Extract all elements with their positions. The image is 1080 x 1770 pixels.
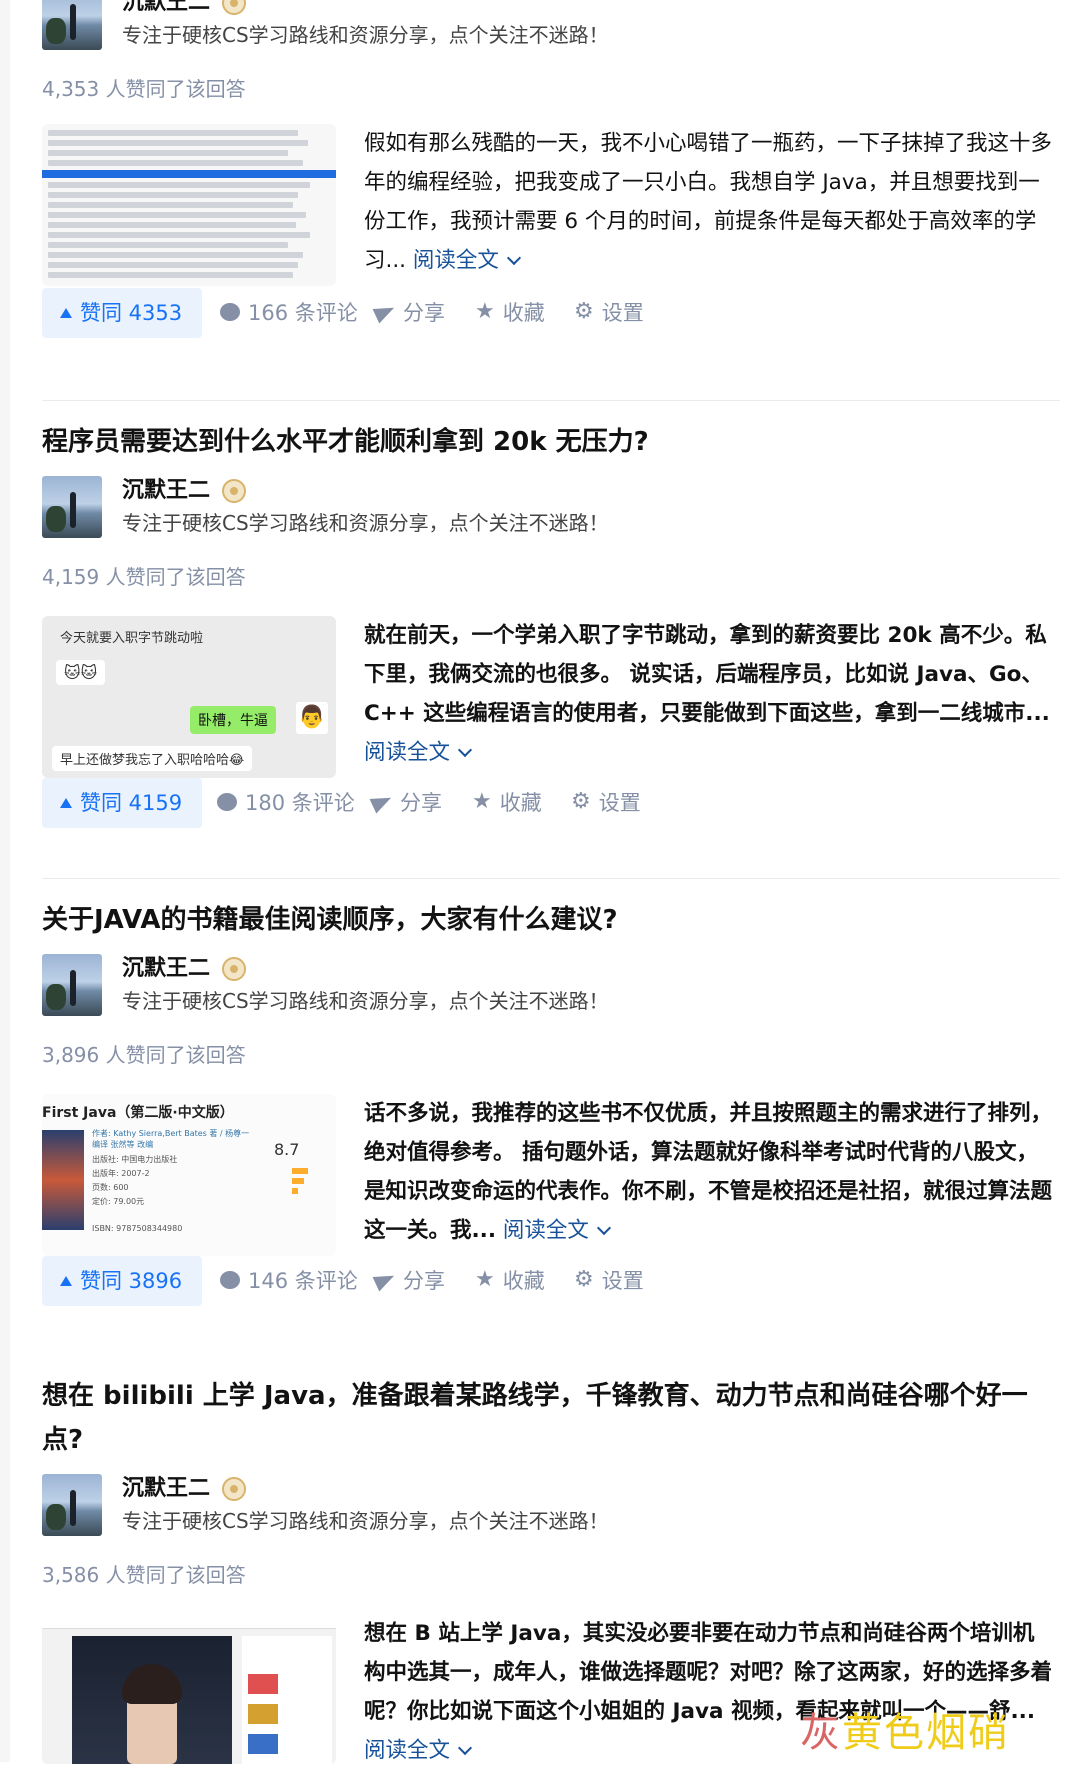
gear-icon: ⚙ (571, 789, 591, 814)
chevron-down-icon (596, 1220, 611, 1236)
settings-button[interactable]: ⚙ 设置 (571, 778, 641, 828)
author-name[interactable]: 沉默王二 (122, 476, 210, 506)
read-more-link[interactable]: 阅读全文 (503, 1218, 611, 1243)
upvote-button[interactable]: 赞同 3896 (42, 1256, 202, 1306)
question-title[interactable]: 想在 bilibili 上学 Java，准备跟着某路线学，千锋教育、动力节点和尚… (42, 1374, 1052, 1462)
excerpt-text: 就在前天，一个学弟入职了字节跳动，拿到的薪资要比 20k 高不少。私下里，我俩交… (364, 623, 1050, 726)
chevron-down-icon (506, 250, 521, 266)
chat-avatar: 👨 (296, 702, 328, 734)
excerpt-text: 话不多说，我推荐的这些书不仅优质，并且按照题主的需求进行了排列，绝对值得参考。 … (364, 1101, 1053, 1243)
book-year: 出版年: 2007-2 (92, 1169, 150, 1178)
comment-icon (217, 793, 237, 811)
author-name[interactable]: 沉默王二 (122, 0, 210, 18)
author-avatar[interactable] (42, 0, 102, 50)
comment-icon (220, 303, 240, 321)
favorite-button[interactable]: ★ 收藏 (475, 1256, 545, 1306)
upvote-button[interactable]: 赞同 4353 (42, 288, 202, 338)
share-button[interactable]: 分享 (369, 778, 442, 828)
author-name[interactable]: 沉默王二 (122, 1474, 210, 1504)
verified-badge-icon (222, 479, 246, 503)
agree-count: 3,586 人赞同了该回答 (42, 1563, 246, 1587)
star-icon: ★ (475, 1267, 495, 1292)
share-button[interactable]: 分享 (372, 1256, 445, 1306)
author-bio: 专注于硬核CS学习路线和资源分享，点个关注不迷路！ (122, 23, 609, 47)
chevron-down-icon (457, 1740, 473, 1756)
chat-bubble-green: 卧槽，牛逼 (190, 706, 276, 734)
author-avatar[interactable] (42, 954, 102, 1016)
upvote-icon (60, 308, 72, 318)
answer-thumbnail[interactable]: 今天就要入职字节跳动啦 🐱🐱 卧槽，牛逼 👨 早上还做梦我忘了入职哈哈哈😂 (42, 616, 336, 778)
star-icon: ★ (475, 299, 495, 324)
read-more-link[interactable]: 阅读全文 (364, 1738, 473, 1763)
answer-thumbnail[interactable]: First Java（第二版·中文版） 作者: Kathy Sierra,Ber… (42, 1094, 336, 1256)
answer-thumbnail[interactable] (42, 124, 336, 286)
action-bar: 赞同 3896 146 条评论 分享 ★ 收藏 ⚙ 设置 (42, 1256, 1042, 1306)
divider (42, 878, 1060, 879)
book-cover (42, 1130, 84, 1230)
author-bio: 专注于硬核CS学习路线和资源分享，点个关注不迷路！ (122, 1509, 609, 1533)
star-icon: ★ (472, 789, 492, 814)
author-bio: 专注于硬核CS学习路线和资源分享，点个关注不迷路！ (122, 511, 609, 535)
agree-count: 4,353 人赞同了该回答 (42, 77, 246, 101)
read-more-link[interactable]: 阅读全文 (413, 248, 521, 273)
book-pages: 页数: 600 (92, 1183, 129, 1192)
verified-badge-icon (222, 957, 246, 981)
agree-count: 4,159 人赞同了该回答 (42, 565, 246, 589)
question-title[interactable]: 程序员需要达到什么水平才能顺利拿到 20k 无压力? (42, 420, 1052, 464)
divider (42, 400, 1060, 401)
author-block: 沉默王二 专注于硬核CS学习路线和资源分享，点个关注不迷路！ (42, 1474, 1042, 1536)
emoji-sticker: 🐱🐱 (56, 660, 106, 685)
read-more-link[interactable]: 阅读全文 (364, 740, 473, 765)
author-bio: 专注于硬核CS学习路线和资源分享，点个关注不迷路！ (122, 989, 609, 1013)
watermark: 灰黄色烟硝 (800, 1710, 1010, 1756)
gear-icon: ⚙ (574, 1267, 594, 1292)
favorite-button[interactable]: ★ 收藏 (475, 288, 545, 338)
verified-badge-icon (222, 1477, 246, 1501)
action-bar: 赞同 4353 166 条评论 分享 ★ 收藏 ⚙ 设置 (42, 288, 1042, 338)
author-name[interactable]: 沉默王二 (122, 954, 210, 984)
book-isbn: ISBN: 9787508344980 (92, 1224, 183, 1233)
answer-excerpt[interactable]: 假如有那么残酷的一天，我不小心喝错了一瓶药，一下子抹掉了我这十多年的编程经验，把… (364, 124, 1054, 280)
upvote-icon (60, 1276, 72, 1286)
author-block: 沉默王二 专注于硬核CS学习路线和资源分享，点个关注不迷路！ (42, 476, 1042, 538)
share-icon (372, 300, 398, 324)
comment-icon (220, 1271, 240, 1289)
chat-text: 今天就要入职字节跳动啦 (60, 631, 204, 646)
chat-text: 早上还做梦我忘了入职哈哈哈😂 (52, 746, 253, 771)
left-gutter (0, 0, 10, 1762)
verified-badge-icon (222, 0, 246, 15)
comment-button[interactable]: 180 条评论 (217, 778, 355, 828)
answer-thumbnail[interactable] (42, 1614, 336, 1764)
upvote-button[interactable]: 赞同 4159 (42, 778, 202, 828)
settings-button[interactable]: ⚙ 设置 (574, 288, 644, 338)
comment-button[interactable]: 146 条评论 (220, 1256, 358, 1306)
upvote-icon (60, 798, 72, 808)
share-icon (369, 790, 395, 814)
settings-button[interactable]: ⚙ 设置 (574, 1256, 644, 1306)
book-author: 作者: Kathy Sierra,Bert Bates 著 / 杨尊一 编译 张… (92, 1129, 250, 1149)
agree-count: 3,896 人赞同了该回答 (42, 1043, 246, 1067)
book-price: 定价: 79.00元 (92, 1197, 145, 1206)
book-publisher: 出版社: 中国电力出版社 (92, 1155, 178, 1164)
share-button[interactable]: 分享 (372, 288, 445, 338)
author-avatar[interactable] (42, 476, 102, 538)
action-bar: 赞同 4159 180 条评论 分享 ★ 收藏 ⚙ 设置 (42, 778, 1042, 828)
book-rating: 8.7 (274, 1140, 300, 1159)
author-block: 沉默王二 专注于硬核CS学习路线和资源分享，点个关注不迷路！ (42, 0, 1042, 50)
author-avatar[interactable] (42, 1474, 102, 1536)
answer-excerpt[interactable]: 就在前天，一个学弟入职了字节跳动，拿到的薪资要比 20k 高不少。私下里，我俩交… (364, 616, 1054, 772)
book-title: First Java（第二版·中文版） (42, 1105, 234, 1121)
answer-excerpt[interactable]: 话不多说，我推荐的这些书不仅优质，并且按照题主的需求进行了排列，绝对值得参考。 … (364, 1094, 1054, 1250)
question-title[interactable]: 关于JAVA的书籍最佳阅读顺序，大家有什么建议? (42, 898, 1052, 942)
chevron-down-icon (457, 742, 473, 758)
author-block: 沉默王二 专注于硬核CS学习路线和资源分享，点个关注不迷路！ (42, 954, 1042, 1016)
favorite-button[interactable]: ★ 收藏 (472, 778, 542, 828)
gear-icon: ⚙ (574, 299, 594, 324)
comment-button[interactable]: 166 条评论 (220, 288, 358, 338)
share-icon (372, 1268, 398, 1292)
